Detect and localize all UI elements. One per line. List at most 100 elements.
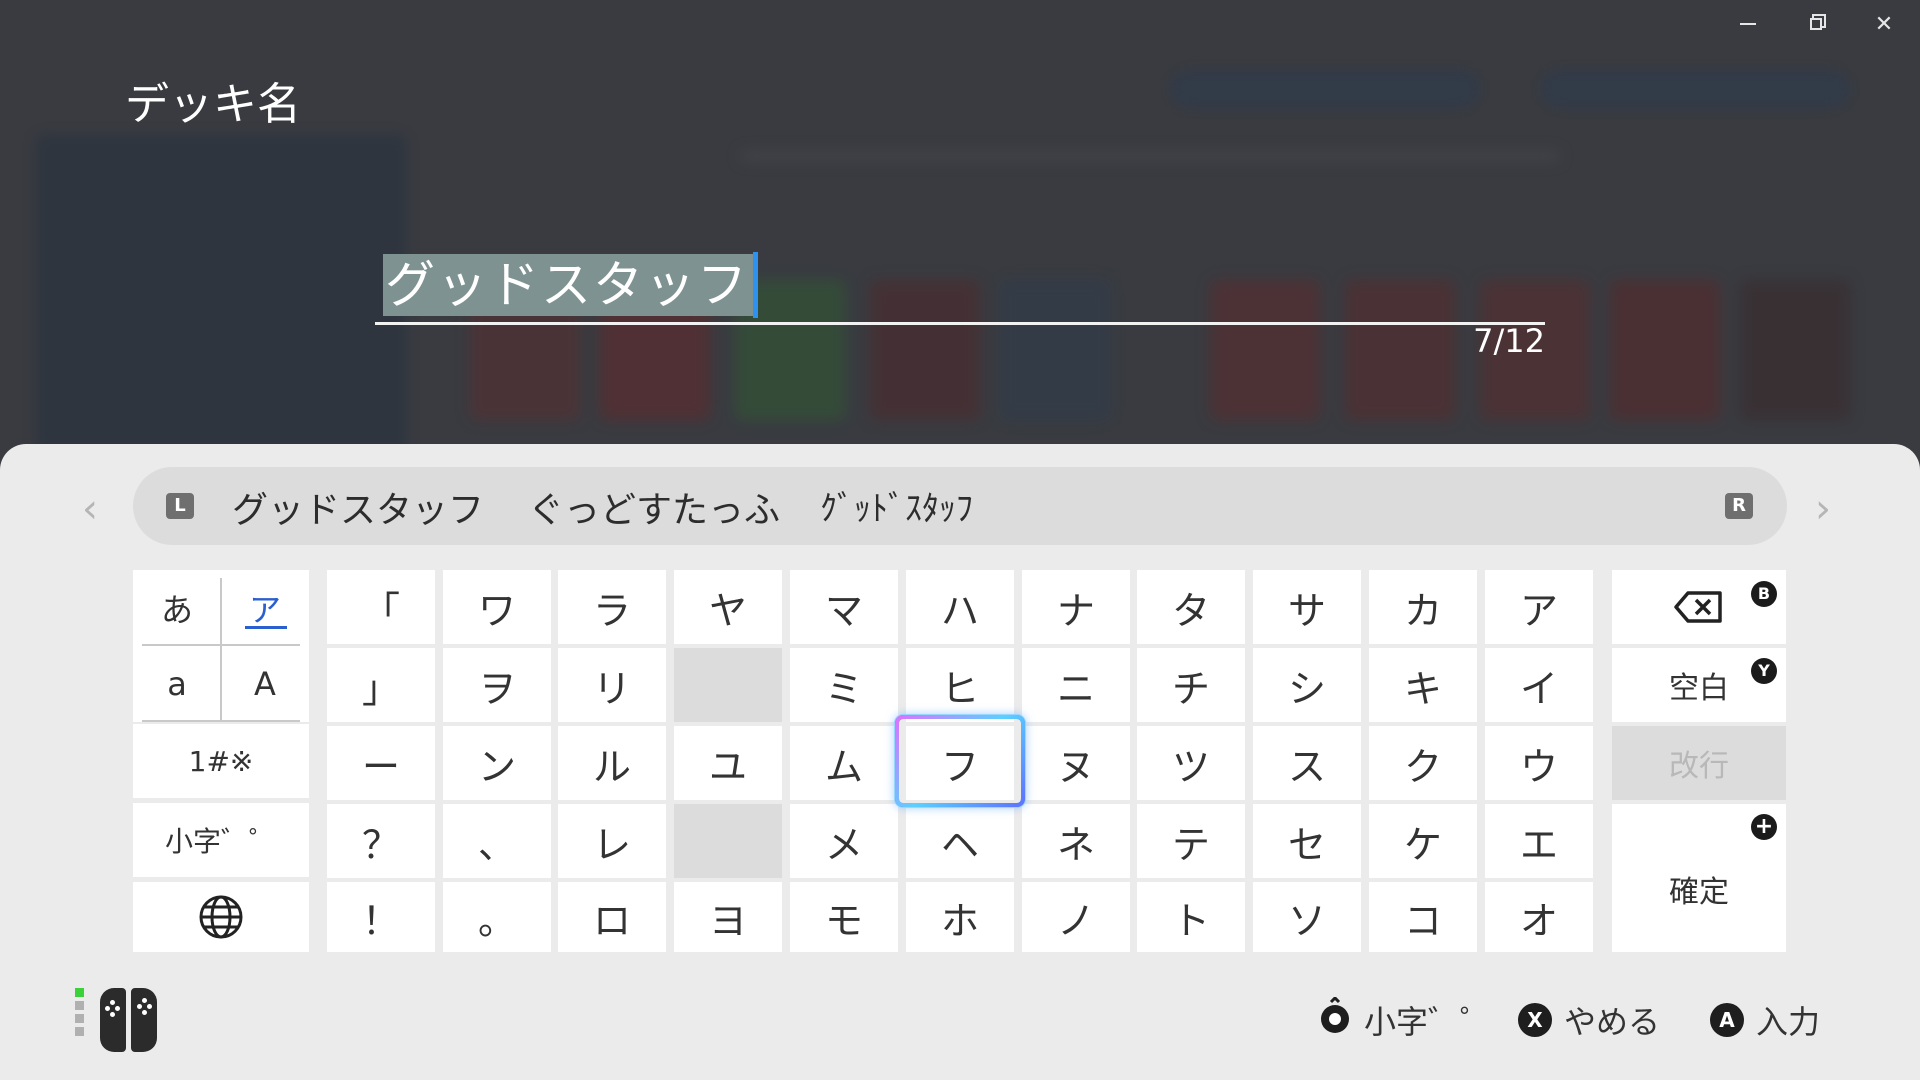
kana-key[interactable]: ホ — [906, 882, 1014, 952]
input-selected-text: グッドスタッフ — [383, 254, 753, 316]
kana-key[interactable]: ケ — [1369, 804, 1477, 878]
kana-key[interactable]: ！ — [327, 882, 435, 952]
kana-key[interactable]: ラ — [558, 570, 666, 644]
mode-uppercase[interactable]: A — [221, 646, 309, 722]
kana-key[interactable]: タ — [1137, 570, 1245, 644]
kana-key[interactable]: ノ — [1022, 882, 1130, 952]
kana-key[interactable]: ニ — [1022, 648, 1130, 722]
enter-button[interactable]: A 入力 — [1710, 1000, 1821, 1041]
deck-name-input[interactable]: グッドスタッフ — [375, 250, 1545, 325]
kana-key[interactable]: ヲ — [443, 648, 551, 722]
kana-key[interactable]: テ — [1137, 804, 1245, 878]
joycon-right-icon — [131, 988, 157, 1052]
kana-key[interactable]: フ — [906, 726, 1014, 800]
kana-key[interactable]: ツ — [1137, 726, 1245, 800]
kana-key[interactable]: 、 — [443, 804, 551, 878]
close-button[interactable]: ✕ — [1858, 8, 1910, 40]
kana-key[interactable]: ナ — [1022, 570, 1130, 644]
kana-key[interactable]: 「 — [327, 570, 435, 644]
kana-key[interactable]: サ — [1253, 570, 1361, 644]
text-caret — [753, 252, 758, 318]
kana-key[interactable]: キ — [1369, 648, 1477, 722]
kana-key[interactable]: 」 — [327, 648, 435, 722]
kana-key[interactable]: オ — [1485, 882, 1593, 952]
kana-key[interactable]: ロ — [558, 882, 666, 952]
kana-key[interactable]: ー — [327, 726, 435, 800]
x-button-icon: X — [1518, 1003, 1552, 1037]
small-dakuten-key[interactable]: 小字゛゜ — [133, 803, 309, 877]
controller-indicator — [75, 988, 157, 1052]
kana-key[interactable]: セ — [1253, 804, 1361, 878]
backspace-icon — [1674, 591, 1722, 623]
divider — [142, 720, 300, 722]
minimize-icon — [1740, 23, 1756, 25]
empty-key — [674, 648, 782, 722]
kana-key[interactable]: 。 — [443, 882, 551, 952]
empty-key — [674, 804, 782, 878]
cancel-button[interactable]: X やめる — [1518, 1000, 1661, 1041]
kana-key[interactable]: ル — [558, 726, 666, 800]
joycon-left-icon — [100, 988, 126, 1052]
b-button-badge: B — [1751, 581, 1777, 607]
page-title: デッキ名 — [125, 79, 301, 130]
close-icon: ✕ — [1874, 11, 1894, 37]
kana-key[interactable]: ト — [1137, 882, 1245, 952]
plus-button-badge: + — [1751, 814, 1777, 840]
kana-key[interactable]: リ — [558, 648, 666, 722]
l-button-badge: L — [166, 493, 194, 519]
kana-key[interactable]: カ — [1369, 570, 1477, 644]
kana-key[interactable]: ヘ — [906, 804, 1014, 878]
prediction-item[interactable]: グッドスタッフ — [232, 481, 484, 533]
active-mode-underline — [245, 626, 287, 629]
kana-key[interactable]: ミ — [790, 648, 898, 722]
mode-hiragana[interactable]: あ — [133, 570, 221, 646]
kana-key[interactable]: シ — [1253, 648, 1361, 722]
chevron-left-icon[interactable]: ‹ — [82, 486, 98, 532]
prediction-item[interactable]: ぐっどすたっふ — [528, 481, 780, 533]
kana-key[interactable]: マ — [790, 570, 898, 644]
kana-key[interactable]: ム — [790, 726, 898, 800]
a-button-icon: A — [1710, 1003, 1744, 1037]
footer-stick-hint: 小字゛゜ — [1318, 995, 1492, 1041]
character-counter: 7/12 — [1473, 322, 1545, 360]
kana-key[interactable]: エ — [1485, 804, 1593, 878]
kana-key[interactable]: ア — [1485, 570, 1593, 644]
kana-key[interactable]: コ — [1369, 882, 1477, 952]
mode-lowercase[interactable]: a — [133, 646, 221, 722]
minimize-button[interactable] — [1722, 8, 1774, 40]
kana-key[interactable]: レ — [558, 804, 666, 878]
globe-icon[interactable] — [133, 882, 309, 952]
kana-key[interactable]: ヨ — [674, 882, 782, 952]
kana-key[interactable]: イ — [1485, 648, 1593, 722]
mode-symbols[interactable]: 1#※ — [133, 724, 309, 798]
prediction-item[interactable]: ｸﾞｯﾄﾞｽﾀｯﾌ — [820, 481, 973, 530]
r-button-badge: R — [1725, 493, 1753, 519]
kana-key[interactable]: ン — [443, 726, 551, 800]
player-indicator — [75, 988, 84, 1036]
kana-key[interactable]: メ — [790, 804, 898, 878]
mode-katakana[interactable]: ア — [221, 570, 309, 646]
kana-key[interactable]: ウ — [1485, 726, 1593, 800]
restore-icon — [1810, 18, 1822, 30]
divider — [220, 578, 222, 720]
kana-key[interactable]: ク — [1369, 726, 1477, 800]
kana-key[interactable]: ネ — [1022, 804, 1130, 878]
enter-label: 入力 — [1756, 1003, 1821, 1041]
chevron-right-icon[interactable]: › — [1815, 486, 1831, 532]
kana-key[interactable]: ワ — [443, 570, 551, 644]
kana-key[interactable]: ヌ — [1022, 726, 1130, 800]
kana-key[interactable]: ス — [1253, 726, 1361, 800]
divider — [142, 644, 300, 646]
kana-key[interactable]: ユ — [674, 726, 782, 800]
cancel-label: やめる — [1564, 1003, 1661, 1041]
kana-key[interactable]: モ — [790, 882, 898, 952]
newline-key[interactable]: 改行 — [1612, 726, 1786, 800]
kana-key[interactable]: ？ — [327, 804, 435, 878]
kana-key[interactable]: ソ — [1253, 882, 1361, 952]
restore-button[interactable] — [1790, 8, 1842, 40]
y-button-badge: Y — [1751, 658, 1777, 684]
kana-key[interactable]: チ — [1137, 648, 1245, 722]
kana-key[interactable]: ヤ — [674, 570, 782, 644]
kana-key[interactable]: ハ — [906, 570, 1014, 644]
kana-key[interactable]: ヒ — [906, 648, 1014, 722]
